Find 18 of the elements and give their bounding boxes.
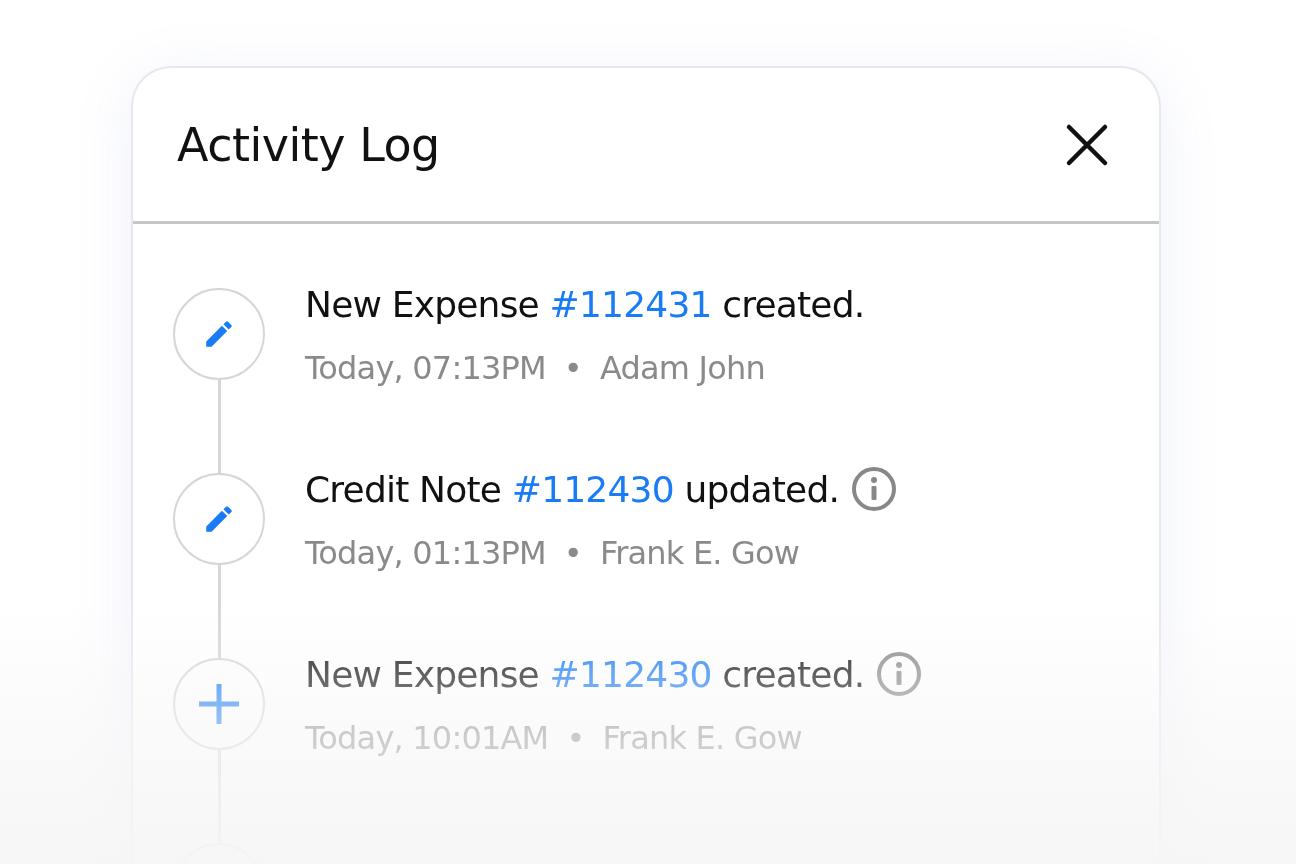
timestamp: Today, 01:13PM <box>305 534 546 572</box>
close-icon <box>1065 122 1109 167</box>
record-link[interactable]: #112430 <box>549 653 712 695</box>
activity-text: New Expense #112431 created. <box>305 283 865 325</box>
author-name: Frank E. Gow <box>599 534 800 572</box>
separator-dot: • <box>563 534 582 572</box>
separator-dot: • <box>563 349 582 387</box>
panel-title: Activity Log <box>177 117 440 172</box>
record-link[interactable]: #112431 <box>549 283 712 325</box>
author-name: Adam John <box>599 349 765 387</box>
record-link[interactable]: #112430 <box>511 468 674 510</box>
close-button[interactable] <box>1065 122 1109 167</box>
activity-text: New Expense #112430 created. <box>305 653 865 695</box>
separator-dot: • <box>566 719 585 757</box>
info-icon[interactable] <box>851 466 898 512</box>
info-icon[interactable] <box>876 651 923 697</box>
activity-text: Credit Note #112430 updated. <box>305 468 840 510</box>
timestamp: Today, 07:13PM <box>305 349 546 387</box>
